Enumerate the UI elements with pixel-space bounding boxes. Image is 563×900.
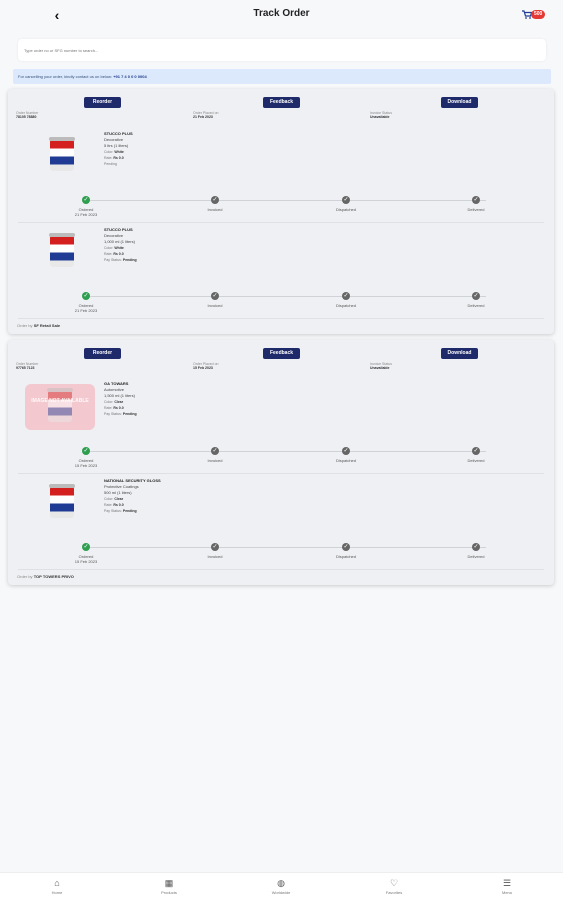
cart-button[interactable]: 500 (522, 9, 552, 21)
step-delivered: ✓ Delivered (467, 543, 485, 559)
heart-icon: ♡ (389, 878, 399, 888)
product-status: Pay Status: Pending (104, 412, 137, 416)
feedback-button[interactable]: Feedback (263, 348, 300, 359)
step-ordered: ✓ Ordered 21 Feb 2023 (74, 292, 98, 313)
order-card: Reorder Feedback Download Order Number 97… (8, 340, 554, 585)
image-watermark: IMAGE NOT AVAILABLE (31, 398, 89, 404)
step-invoiced: ✓ Invoiced (207, 292, 223, 308)
nav-home[interactable]: ⌂ Home (37, 878, 77, 895)
check-icon: ✓ (472, 196, 480, 204)
feedback-button[interactable]: Feedback (263, 97, 300, 108)
cart-count-badge: 500 (531, 10, 546, 19)
home-icon: ⌂ (54, 878, 60, 888)
reorder-button[interactable]: Reorder (84, 348, 121, 359)
reorder-button[interactable]: Reorder (84, 97, 121, 108)
download-button[interactable]: Download (441, 348, 478, 359)
step-dispatched: ✓ Dispatched (335, 447, 356, 463)
step-dispatched: ✓ Dispatched (335, 292, 356, 308)
order-number: Order Number 78105 78880 (16, 111, 39, 119)
globe-icon: ◍ (277, 878, 285, 888)
check-icon: ✓ (211, 196, 219, 204)
nav-products[interactable]: ▦ Products (149, 878, 189, 895)
check-icon: ✓ (82, 543, 90, 551)
bottom-navigation: ⌂ Home ▦ Products ◍ Worldwide ♡ Favorites ☰ M… (0, 872, 563, 900)
check-icon: ✓ (342, 292, 350, 300)
step-ordered: ✓ Ordered 15 Feb 2023 (74, 543, 98, 564)
invoice-status: Invoice Status Unavailable (370, 362, 392, 370)
invoice-status: Invoice Status Unavailable (370, 111, 392, 119)
step-delivered: ✓ Delivered (467, 196, 485, 212)
product-info: NATIONAL SECURITY GLOSS Protective Coati… (104, 478, 161, 514)
notice-phone[interactable]: +91 7 4 0 0 0 0004 (113, 74, 146, 79)
product-image-placeholder[interactable]: IMAGE NOT AVAILABLE (25, 384, 95, 430)
menu-icon: ☰ (502, 878, 512, 888)
check-icon: ✓ (82, 447, 90, 455)
cancel-notice: For cancelling your order, kindly contac… (13, 69, 551, 84)
product-info: GA TOWARS Automotive 1,500 ml (1 liters)… (104, 381, 137, 417)
product-image[interactable] (42, 231, 76, 271)
step-delivered: ✓ Delivered (467, 447, 485, 463)
search-box[interactable] (18, 39, 546, 62)
check-icon: ✓ (211, 543, 219, 551)
step-dispatched: ✓ Dispatched (335, 196, 356, 212)
product-status: Pay Status: Pending (104, 258, 137, 262)
order-by: Order by TOP TOWERS PRIVO (17, 574, 74, 579)
check-icon: ✓ (342, 447, 350, 455)
check-icon: ✓ (342, 543, 350, 551)
check-icon: ✓ (342, 196, 350, 204)
step-ordered: ✓ Ordered 21 Feb 2023 (74, 196, 98, 217)
step-invoiced: ✓ Invoiced (207, 447, 223, 463)
check-icon: ✓ (472, 543, 480, 551)
step-delivered: ✓ Delivered (467, 292, 485, 308)
step-ordered: ✓ Ordered 15 Feb 2023 (74, 447, 98, 468)
check-icon: ✓ (82, 292, 90, 300)
order-number: Order Number 97765 7123 (16, 362, 39, 370)
product-status: Pay Status: Pending (104, 509, 137, 513)
nav-favorites[interactable]: ♡ Favorites (374, 878, 414, 895)
check-icon: ✓ (82, 196, 90, 204)
step-invoiced: ✓ Invoiced (207, 196, 223, 212)
check-icon: ✓ (211, 292, 219, 300)
product-info: STUCCO PLUS Decorative 1,000 ml (1 liter… (104, 227, 137, 263)
download-button[interactable]: Download (441, 97, 478, 108)
notice-text: For cancelling your order, kindly contac… (18, 74, 113, 79)
nav-menu[interactable]: ☰ Menu (487, 878, 527, 895)
step-dispatched: ✓ Dispatched (335, 543, 356, 559)
step-invoiced: ✓ Invoiced (207, 543, 223, 559)
order-date: Order Placed on 15 Feb 2023 (193, 362, 219, 370)
product-image[interactable] (42, 482, 76, 522)
check-icon: ✓ (472, 447, 480, 455)
product-image[interactable] (42, 135, 76, 175)
check-icon: ✓ (472, 292, 480, 300)
app-header: ‹ Track Order 500 (0, 0, 563, 30)
page-title: Track Order (253, 8, 310, 19)
order-card: Reorder Feedback Download Order Number 78… (8, 89, 554, 334)
nav-worldwide[interactable]: ◍ Worldwide (261, 878, 301, 895)
search-input[interactable] (18, 39, 546, 62)
grid-icon: ▦ (164, 878, 174, 888)
order-date: Order Placed on 21 Feb 2023 (193, 111, 219, 119)
product-status: Pending (104, 162, 117, 166)
check-icon: ✓ (211, 447, 219, 455)
product-info: STUCCO PLUS Decorative 5 ltrs (1 liters)… (104, 131, 133, 167)
order-by: Order by SF Retail Sale (17, 323, 61, 328)
